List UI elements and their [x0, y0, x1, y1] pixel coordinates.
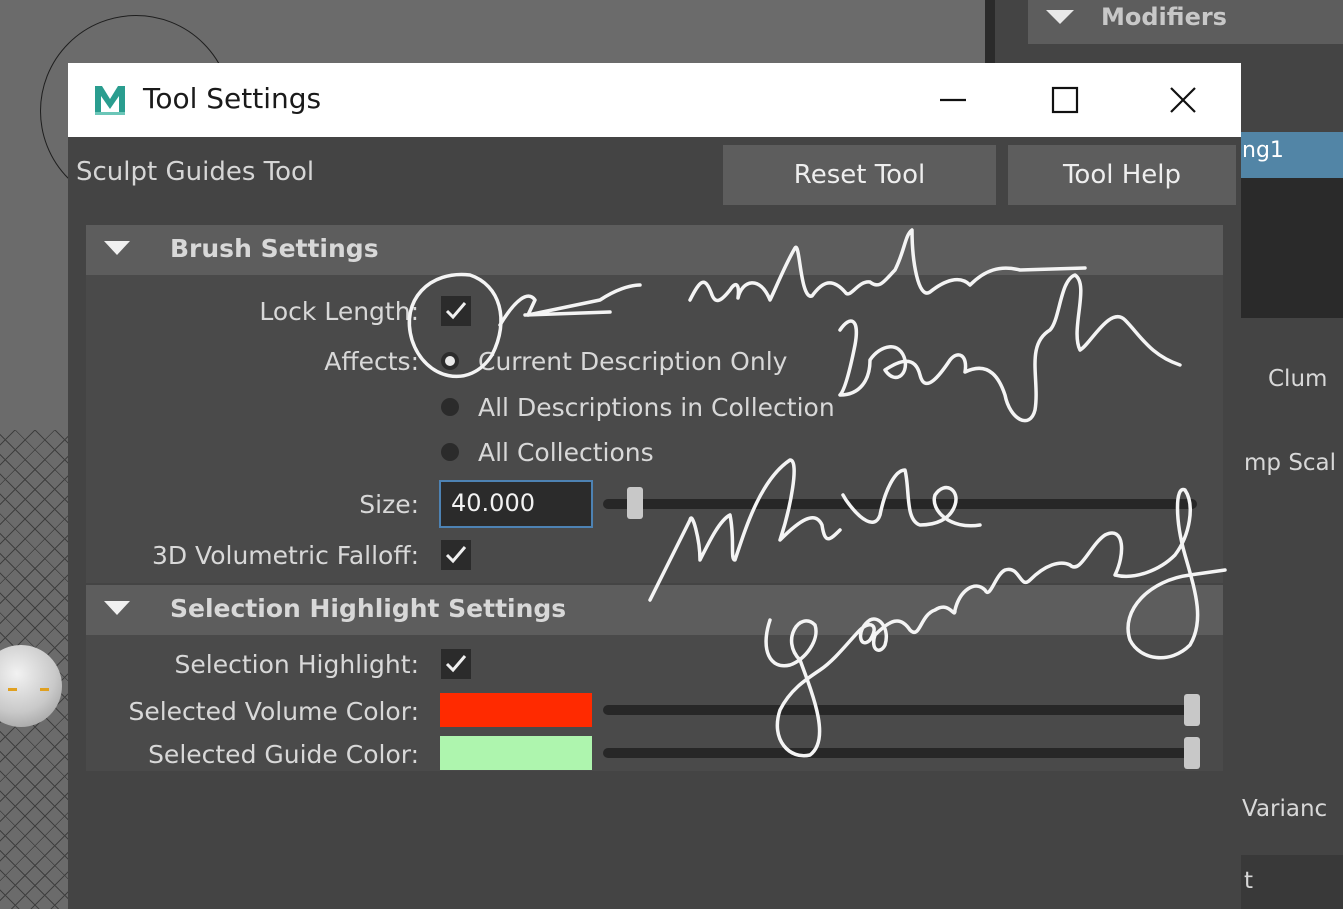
- lock-length-checkbox[interactable]: [441, 296, 471, 326]
- maya-app-icon: [92, 81, 128, 117]
- section-title: Brush Settings: [170, 234, 379, 263]
- brush-settings-header[interactable]: Brush Settings: [86, 225, 1223, 275]
- collapse-triangle-icon: [104, 241, 130, 255]
- volumetric-falloff-checkbox[interactable]: [441, 540, 471, 570]
- title-bar[interactable]: Tool Settings: [68, 63, 1241, 137]
- maximize-button[interactable]: [1020, 63, 1110, 137]
- collapse-triangle-icon[interactable]: [1046, 10, 1074, 24]
- selected-volume-color-label: Selected Volume Color:: [128, 697, 419, 726]
- affects-label: Affects:: [324, 347, 419, 376]
- selection-highlight-header[interactable]: Selection Highlight Settings: [86, 585, 1223, 635]
- affects-option-label[interactable]: All Descriptions in Collection: [478, 393, 835, 422]
- selected-volume-color-swatch[interactable]: [440, 693, 592, 727]
- size-label: Size:: [359, 490, 419, 519]
- volumetric-falloff-label: 3D Volumetric Falloff:: [151, 541, 419, 570]
- guide-color-slider[interactable]: [603, 748, 1197, 758]
- selection-highlight-checkbox[interactable]: [441, 649, 471, 679]
- checkmark-icon: [445, 302, 467, 320]
- affects-radio-current[interactable]: [441, 352, 459, 370]
- sphere-marker: [40, 688, 49, 691]
- modifiers-title: Modifiers: [1101, 3, 1227, 31]
- selected-list-item-label: ng1: [1242, 138, 1284, 163]
- minimize-icon: [940, 98, 966, 102]
- size-slider-handle[interactable]: [627, 487, 643, 519]
- size-input[interactable]: 40.000: [439, 480, 593, 528]
- attribute-label: Varianc: [1242, 796, 1328, 822]
- volume-color-slider-handle[interactable]: [1184, 694, 1200, 726]
- list-area[interactable]: [1240, 178, 1343, 318]
- footer-label: t: [1244, 868, 1254, 894]
- maximize-icon: [1051, 86, 1079, 114]
- checkmark-icon: [445, 655, 467, 673]
- checkmark-icon: [445, 546, 467, 564]
- lock-length-label: Lock Length:: [259, 297, 419, 326]
- selected-guide-color-swatch[interactable]: [440, 736, 592, 770]
- panel-footer-bar[interactable]: [1240, 855, 1343, 909]
- section-title: Selection Highlight Settings: [170, 594, 567, 623]
- close-button[interactable]: [1138, 63, 1228, 137]
- tool-name: Sculpt Guides Tool: [76, 157, 315, 187]
- selected-guide-color-label: Selected Guide Color:: [148, 740, 419, 769]
- selection-highlight-label: Selection Highlight:: [174, 650, 419, 679]
- window-title: Tool Settings: [143, 82, 322, 115]
- affects-option-label[interactable]: All Collections: [478, 438, 654, 467]
- collapse-triangle-icon: [104, 601, 130, 615]
- minimize-button[interactable]: [908, 63, 998, 137]
- volume-color-slider[interactable]: [603, 705, 1197, 715]
- attribute-label: Clum: [1268, 366, 1328, 392]
- size-slider[interactable]: [603, 499, 1197, 509]
- guide-color-slider-handle[interactable]: [1184, 737, 1200, 769]
- affects-radio-all-collections[interactable]: [441, 443, 459, 461]
- sphere-marker: [8, 688, 17, 691]
- reset-tool-button[interactable]: Reset Tool: [723, 145, 996, 205]
- tool-help-button[interactable]: Tool Help: [1008, 145, 1236, 205]
- close-icon: [1170, 87, 1196, 113]
- brush-settings-body: [86, 275, 1223, 583]
- attribute-label: mp Scal: [1244, 450, 1337, 476]
- affects-radio-all-descriptions[interactable]: [441, 398, 459, 416]
- tool-settings-window: Tool Settings Sculpt Guides Tool Reset T…: [68, 63, 1241, 909]
- affects-option-label[interactable]: Current Description Only: [478, 347, 787, 376]
